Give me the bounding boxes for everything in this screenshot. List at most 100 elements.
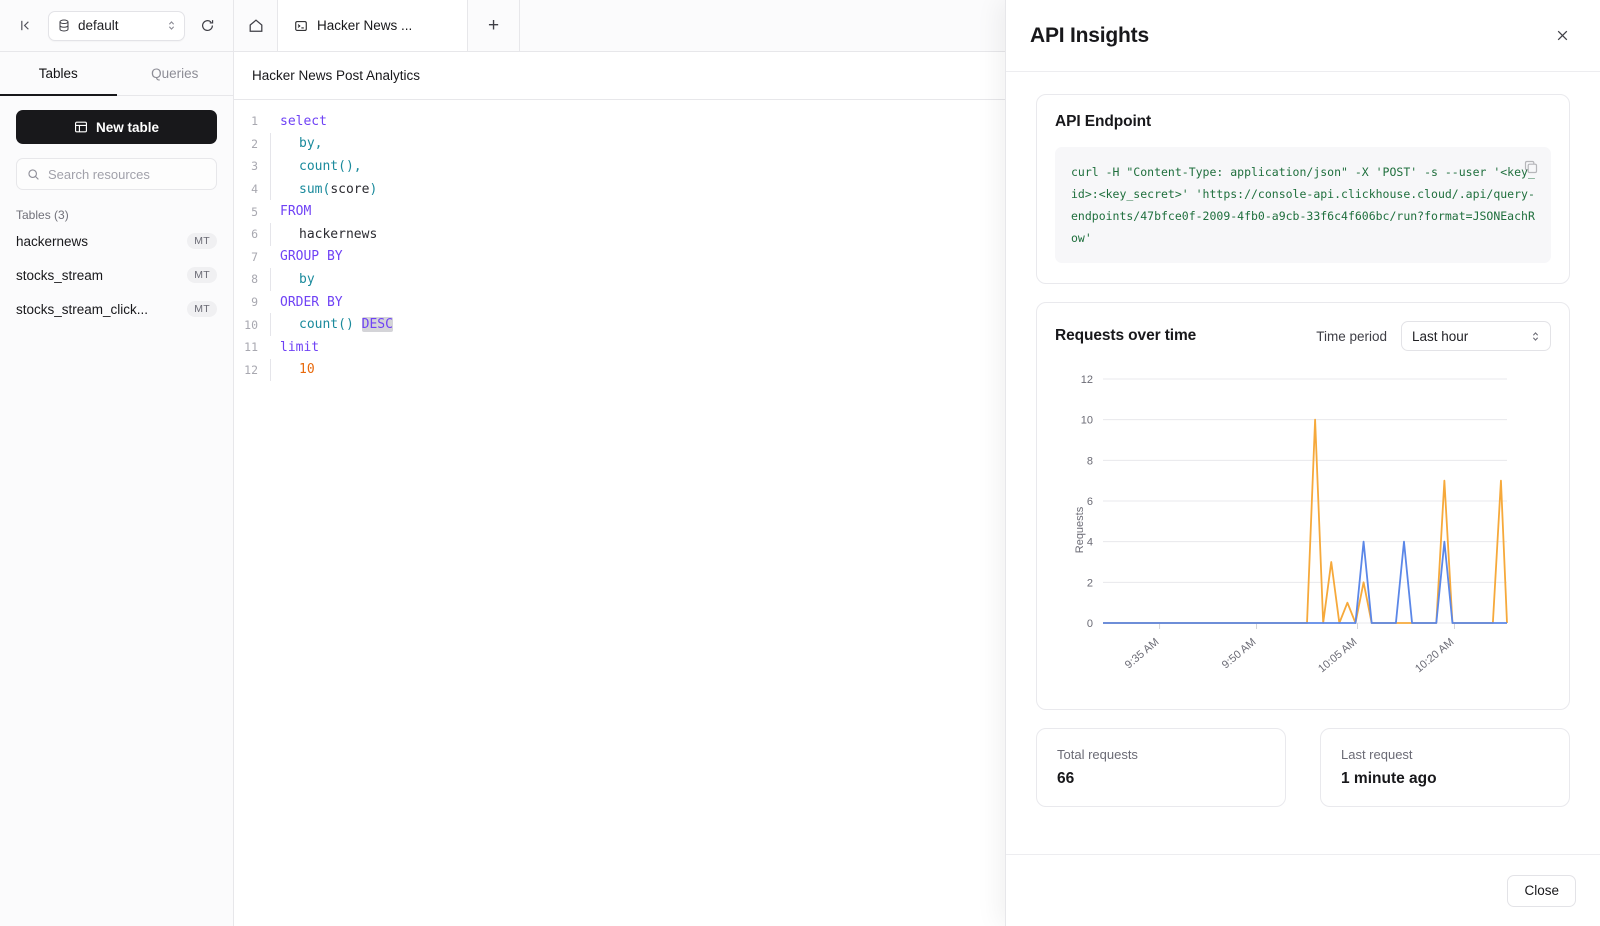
- requests-chart[interactable]: Requests 0 2 4 6 8 10 12 9:35 AM 9:50 AM 10:05 AM…: [1055, 365, 1551, 695]
- chart-y-axis-title: Requests: [1074, 507, 1086, 553]
- svg-text:2: 2: [1087, 577, 1093, 589]
- svg-text:6: 6: [1087, 496, 1093, 508]
- sidebar-tab-queries-label: Queries: [151, 66, 198, 81]
- total-requests-card: Total requests 66: [1036, 728, 1286, 807]
- search-input[interactable]: [48, 167, 206, 182]
- api-endpoint-card: API Endpoint curl -H "Content-Type: appl…: [1036, 94, 1570, 284]
- plus-icon: +: [488, 15, 499, 37]
- table-list-item-stocks-stream-click[interactable]: stocks_stream_click... MT: [16, 294, 217, 324]
- copy-icon[interactable]: [1523, 159, 1539, 175]
- table-engine-badge: MT: [187, 267, 217, 283]
- code-text: sum(score): [271, 182, 377, 197]
- code-text: count() DESC: [271, 317, 393, 332]
- time-period-value: Last hour: [1412, 329, 1531, 344]
- api-endpoint-command[interactable]: curl -H "Content-Type: application/json"…: [1055, 147, 1551, 263]
- sidebar-content: New table Tables (3) hackernews MT stock…: [0, 96, 233, 338]
- line-number: 1: [234, 114, 270, 128]
- new-table-button-label: New table: [96, 120, 159, 135]
- sidebar-tab-queries[interactable]: Queries: [117, 52, 234, 95]
- line-number: 11: [234, 340, 270, 354]
- refresh-icon[interactable]: [195, 14, 219, 38]
- api-endpoint-command-text: curl -H "Content-Type: application/json"…: [1071, 165, 1535, 245]
- home-icon[interactable]: [234, 0, 278, 51]
- code-text: limit: [270, 340, 319, 355]
- search-icon: [27, 168, 40, 181]
- table-list-item-hackernews[interactable]: hackernews MT: [16, 226, 217, 256]
- sidebar-top-toolbar: default: [0, 0, 233, 52]
- table-list-item-stocks-stream[interactable]: stocks_stream MT: [16, 260, 217, 290]
- database-icon: [57, 19, 70, 32]
- query-doc-icon: [294, 19, 308, 33]
- drawer-title: API Insights: [1030, 24, 1548, 48]
- tables-section-title: Tables (3): [16, 208, 217, 222]
- line-number: 5: [234, 205, 270, 219]
- table-engine-badge: MT: [187, 233, 217, 249]
- code-text: by,: [271, 136, 322, 151]
- drawer-body: API Endpoint curl -H "Content-Type: appl…: [1006, 72, 1600, 854]
- line-number: 6: [234, 227, 270, 241]
- search-resources-box[interactable]: [16, 158, 217, 190]
- code-text: by: [271, 272, 315, 287]
- last-request-value: 1 minute ago: [1341, 770, 1549, 788]
- svg-text:0: 0: [1087, 618, 1093, 630]
- close-button-label: Close: [1524, 883, 1559, 898]
- line-number: 4: [234, 182, 270, 196]
- close-icon[interactable]: [1548, 22, 1576, 50]
- time-period-label: Time period: [1316, 329, 1387, 344]
- svg-text:10:20 AM: 10:20 AM: [1413, 636, 1456, 675]
- sidebar-tab-tables[interactable]: Tables: [0, 52, 117, 95]
- code-text: ORDER BY: [270, 295, 343, 310]
- drawer-footer: Close: [1006, 854, 1600, 926]
- code-text: GROUP BY: [270, 249, 343, 264]
- line-number: 2: [234, 137, 270, 151]
- database-selector[interactable]: default: [48, 11, 185, 41]
- chevron-updown-icon: [167, 19, 176, 32]
- line-number: 10: [234, 318, 270, 332]
- app-root: default Tables Queries: [0, 0, 1600, 926]
- code-text: select: [270, 114, 327, 129]
- chart-svg: 0 2 4 6 8 10 12 9:35 AM 9:50 AM 10:05 AM 10:20 AM: [1055, 365, 1515, 695]
- svg-text:9:50 AM: 9:50 AM: [1220, 636, 1259, 671]
- code-text: 10: [271, 362, 315, 377]
- requests-over-time-card: Requests over time Time period Last hour…: [1036, 302, 1570, 710]
- svg-text:9:35 AM: 9:35 AM: [1123, 636, 1162, 671]
- database-selector-label: default: [78, 18, 159, 33]
- table-name: stocks_stream_click...: [16, 302, 187, 317]
- svg-text:10:05 AM: 10:05 AM: [1316, 636, 1359, 675]
- chart-header: Requests over time Time period Last hour: [1055, 321, 1551, 351]
- left-sidebar: default Tables Queries: [0, 0, 234, 926]
- time-period-select[interactable]: Last hour: [1401, 321, 1551, 351]
- api-endpoint-heading: API Endpoint: [1055, 113, 1551, 131]
- total-requests-value: 66: [1057, 770, 1265, 788]
- line-number: 8: [234, 272, 270, 286]
- line-number: 9: [234, 295, 270, 309]
- total-requests-label: Total requests: [1057, 747, 1265, 762]
- collapse-sidebar-icon[interactable]: [14, 14, 38, 38]
- tab-label: Hacker News ...: [317, 18, 412, 33]
- svg-text:10: 10: [1081, 415, 1093, 427]
- last-request-label: Last request: [1341, 747, 1549, 762]
- new-tab-button[interactable]: +: [468, 0, 520, 51]
- svg-text:12: 12: [1081, 374, 1093, 386]
- line-number: 3: [234, 159, 270, 173]
- line-number: 12: [234, 363, 270, 377]
- new-table-button[interactable]: New table: [16, 110, 217, 144]
- chart-heading: Requests over time: [1055, 327, 1196, 345]
- svg-text:4: 4: [1087, 537, 1093, 549]
- sidebar-tab-tables-label: Tables: [39, 66, 78, 81]
- api-insights-drawer: API Insights API Endpoint curl -H "Conte…: [1005, 0, 1600, 926]
- code-text: FROM: [270, 204, 311, 219]
- table-name: stocks_stream: [16, 268, 187, 283]
- svg-text:8: 8: [1087, 455, 1093, 467]
- close-button[interactable]: Close: [1507, 875, 1576, 907]
- tab-hacker-news[interactable]: Hacker News ...: [278, 0, 468, 51]
- sidebar-tabs: Tables Queries: [0, 52, 233, 96]
- line-number: 7: [234, 250, 270, 264]
- table-name: hackernews: [16, 234, 187, 249]
- table-grid-icon: [74, 120, 88, 134]
- code-text: count(),: [271, 159, 362, 174]
- code-text: hackernews: [271, 227, 377, 242]
- chevron-updown-icon: [1531, 330, 1540, 343]
- drawer-header: API Insights: [1006, 0, 1600, 72]
- last-request-card: Last request 1 minute ago: [1320, 728, 1570, 807]
